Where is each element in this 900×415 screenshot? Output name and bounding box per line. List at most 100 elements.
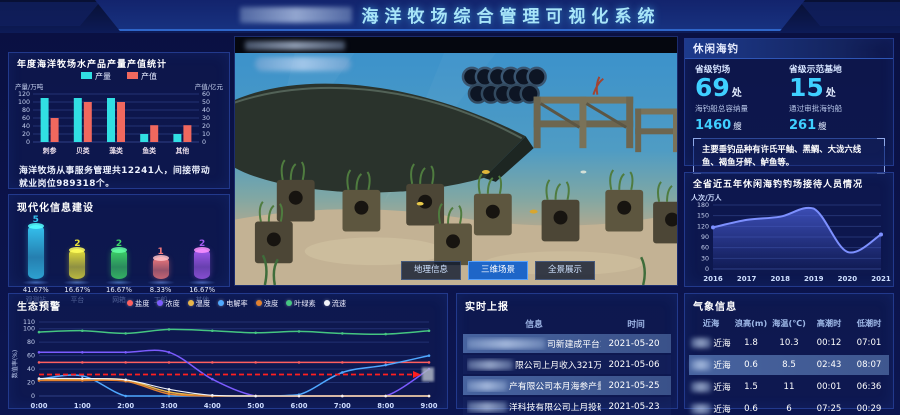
- svg-text:0:00: 0:00: [31, 402, 48, 410]
- svg-text:0: 0: [705, 266, 709, 273]
- report-row[interactable]: 产有限公司本月海参产量1038斤 2021-05-25: [463, 376, 671, 395]
- report-panel-title: 实时上报: [457, 294, 677, 314]
- viewport-topbar: [235, 37, 677, 53]
- report-table-body: 司新建成平台1处 2021-05-20 限公司上月收入321万元 2021-05…: [457, 334, 677, 415]
- svg-text:2021: 2021: [871, 275, 891, 283]
- fishing-stats: 省级钓场 69处 省级示范基地 15处: [685, 59, 893, 101]
- svg-text:20: 20: [202, 123, 210, 130]
- censored-region-name: [240, 7, 352, 23]
- legend-item[interactable]: 产量: [81, 71, 111, 82]
- svg-text:10: 10: [202, 131, 210, 138]
- eco-legend-item[interactable]: 浓度: [157, 299, 179, 309]
- visitors-chart-svg: 人次/万人03060901201501802016201720182019202…: [685, 191, 891, 295]
- viewport-mode-tabs: 地理信息三维场景全景展示: [401, 261, 595, 280]
- fishing-panel-title: 休闲海钓: [693, 41, 739, 56]
- svg-text:30: 30: [202, 115, 210, 122]
- header-decor-left: [0, 2, 100, 26]
- viewport-tab-全景展示[interactable]: 全景展示: [535, 261, 595, 280]
- report-table-header: 信息 时间: [457, 314, 677, 332]
- svg-text:3:00: 3:00: [161, 402, 178, 410]
- production-panel-title: 年度海洋牧场水产品产量产值统计: [9, 53, 229, 71]
- viewport-tab-地理信息[interactable]: 地理信息: [401, 261, 461, 280]
- svg-text:2:00: 2:00: [117, 402, 134, 410]
- fishing-panel-header: 休闲海钓: [685, 39, 893, 59]
- substat-approved-boats: 通过审批海钓船 261艘: [789, 103, 883, 133]
- production-bar-chart: 0204060801001200102030405060刺参贝类藻类鱼类其他: [9, 90, 229, 164]
- right-axis-unit: 产值/亿元: [195, 81, 223, 90]
- dashboard-root: 海洋牧场综合管理可视化系统 年度海洋牧场水产品产量产值统计 产量 产值 产量/万吨…: [0, 0, 900, 415]
- svg-text:40: 40: [22, 123, 30, 130]
- eco-legend-item[interactable]: 叶绿素: [286, 299, 316, 309]
- weather-panel-title: 气象信息: [685, 294, 893, 314]
- weather-col-1: 浪高(m): [733, 317, 769, 329]
- svg-text:180: 180: [697, 202, 709, 209]
- eco-legend-item[interactable]: 浊度: [256, 299, 278, 309]
- weather-table-header: 近海浪高(m)海温(℃)高潮时低潮时: [685, 314, 893, 331]
- svg-text:6:00: 6:00: [291, 402, 308, 410]
- eco-chart-svg: 数值率(%)0204060801001100:001:002:003:004:0…: [9, 314, 445, 414]
- weather-col-3: 高潮时: [809, 317, 849, 329]
- svg-text:60: 60: [22, 115, 30, 122]
- report-col-time: 时间: [603, 317, 669, 330]
- eco-line-chart: 数值率(%)0204060801001100:001:002:003:004:0…: [9, 314, 447, 415]
- svg-text:80: 80: [27, 339, 35, 346]
- eco-legend-item[interactable]: 盐度: [127, 299, 149, 309]
- svg-text:100: 100: [23, 326, 35, 333]
- report-row[interactable]: 洋科技有限公司上月投礁3215空… 2021-05-23: [463, 397, 671, 415]
- fishing-substats: 海钓船总容纳量 1460艘 通过审批海钓船 261艘: [685, 101, 893, 133]
- svg-text:7:00: 7:00: [334, 402, 351, 410]
- censored-overlay-label: [255, 57, 351, 71]
- cylinder-观测站: 5 41.67% 观测站: [15, 215, 57, 304]
- weather-row[interactable]: 近海 1.511 00:0106:36: [689, 377, 889, 397]
- report-col-info: 信息: [465, 317, 603, 330]
- scene-svg: [235, 53, 677, 285]
- weather-row[interactable]: 近海 1.810.3 00:1207:01: [689, 333, 889, 353]
- svg-text:120: 120: [18, 91, 30, 98]
- panel-eco-warning: 生态预警 盐度浓度温度电解率浊度叶绿素流速 数值率(%)020406080100…: [8, 293, 448, 409]
- weather-col-2: 海温(℃): [769, 317, 809, 329]
- svg-text:贝类: 贝类: [76, 146, 90, 155]
- svg-text:2019: 2019: [804, 275, 824, 283]
- svg-text:0: 0: [31, 393, 35, 400]
- weather-row[interactable]: 近海 0.66 07:2500:29: [689, 399, 889, 415]
- svg-text:20: 20: [27, 380, 35, 387]
- stat-provincial-grounds: 省级钓场 69处: [695, 62, 789, 101]
- eco-legend-item[interactable]: 流速: [324, 299, 346, 309]
- page-title: 海洋牧场综合管理可视化系统: [362, 2, 661, 27]
- svg-text:40: 40: [27, 366, 35, 373]
- svg-text:60: 60: [701, 245, 709, 252]
- svg-text:数值率(%): 数值率(%): [11, 350, 19, 378]
- panel-weather: 气象信息 近海浪高(m)海温(℃)高潮时低潮时 近海 1.810.3 00:12…: [684, 293, 894, 409]
- svg-text:5:00: 5:00: [247, 402, 264, 410]
- production-axis-units: 产量/万吨 产值/亿元: [9, 81, 229, 90]
- 3d-viewport: 地理信息三维场景全景展示: [234, 36, 678, 286]
- weather-table-body: 近海 1.810.3 00:1207:01 近海 0.68.5 02:4308:…: [685, 333, 893, 415]
- svg-text:4:00: 4:00: [204, 402, 221, 410]
- report-row[interactable]: 司新建成平台1处 2021-05-20: [463, 334, 671, 353]
- stat-value: 69: [695, 73, 730, 102]
- svg-text:60: 60: [27, 353, 35, 360]
- viewport-tab-三维场景[interactable]: 三维场景: [468, 261, 528, 280]
- svg-text:人次/万人: 人次/万人: [691, 193, 723, 202]
- svg-text:60: 60: [202, 91, 210, 98]
- svg-text:0: 0: [202, 139, 206, 146]
- eco-legend-item[interactable]: 温度: [188, 299, 210, 309]
- fishing-species-note: 主要垂钓品种有许氏平鲉、黑鲷、大泷六线鱼、褐鱼牙鲆、鲈鱼等。: [693, 138, 885, 174]
- svg-text:40: 40: [202, 107, 210, 114]
- visitors-chart-title: 全省近五年休闲海钓钓场接待人员情况: [685, 173, 893, 191]
- censored-watermark: [245, 41, 345, 50]
- panel-leisure-fishing: 休闲海钓 省级钓场 69处 省级示范基地 15处 海钓船总容纳量 1460艘 通…: [684, 38, 894, 166]
- svg-text:2018: 2018: [770, 275, 790, 283]
- report-row[interactable]: 限公司上月收入321万元 2021-05-06: [463, 355, 671, 374]
- info-panel-title: 现代化信息建设: [9, 195, 229, 215]
- svg-text:2016: 2016: [703, 275, 723, 283]
- svg-text:80: 80: [22, 107, 30, 114]
- weather-row[interactable]: 近海 0.68.5 02:4308:07: [689, 355, 889, 375]
- eco-legend-item[interactable]: 电解率: [218, 299, 248, 309]
- svg-text:1:00: 1:00: [74, 402, 91, 410]
- underwater-3d-scene[interactable]: [235, 53, 677, 285]
- svg-text:120: 120: [697, 223, 709, 230]
- weather-col-4: 低潮时: [849, 317, 889, 329]
- legend-item[interactable]: 产值: [127, 71, 157, 82]
- svg-text:20: 20: [22, 131, 30, 138]
